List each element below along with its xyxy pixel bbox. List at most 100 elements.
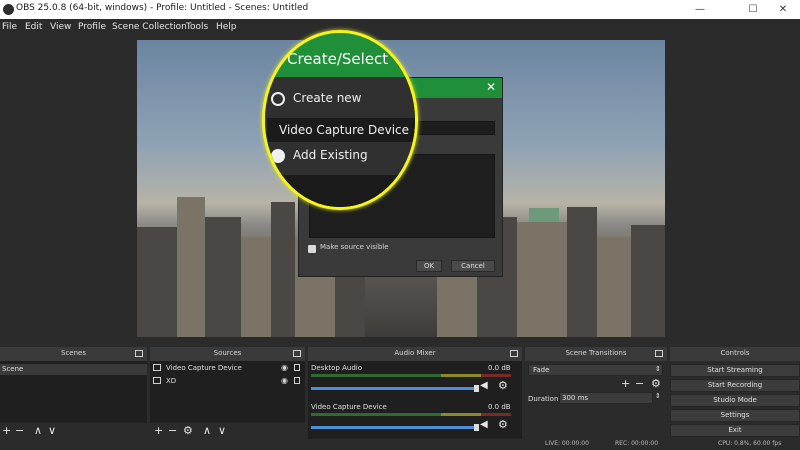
start-streaming-button[interactable]: Start Streaming xyxy=(670,364,800,377)
transition-select-value: Fade xyxy=(533,366,550,374)
start-recording-button[interactable]: Start Recording xyxy=(670,379,800,392)
scene-source-icon xyxy=(153,377,161,384)
menu-tools[interactable]: Tools xyxy=(186,22,208,32)
menu-scene-collection[interactable]: Scene Collection xyxy=(112,22,187,32)
building-shape xyxy=(597,237,631,337)
magnified-name-field[interactable]: Video Capture Device xyxy=(267,118,415,142)
mute-speaker-icon[interactable]: ◀ xyxy=(480,380,488,391)
building-shape xyxy=(137,227,177,337)
menu-file[interactable]: File xyxy=(2,22,17,32)
visibility-eye-icon[interactable]: ◉ xyxy=(281,363,288,372)
create-new-radio[interactable] xyxy=(271,92,285,106)
building-shape xyxy=(177,197,205,337)
transition-settings-gear-icon[interactable]: ⚙ xyxy=(651,377,661,390)
magnifier-callout: Create/Select Create new Video Capture D… xyxy=(262,30,418,210)
source-item[interactable]: Video Capture Device xyxy=(166,364,242,372)
dock-title: Sources xyxy=(213,349,242,357)
magnified-name-value: Video Capture Device xyxy=(279,123,410,137)
add-transition-button[interactable]: + xyxy=(621,377,630,390)
dock-header: Scene Transitions xyxy=(525,347,667,361)
sources-list[interactable]: Video Capture Device ◉ XD ◉ xyxy=(150,361,305,423)
lock-icon[interactable] xyxy=(294,364,300,371)
live-timer: LIVE: 00:00:00 xyxy=(545,440,589,447)
status-bar: LIVE: 00:00:00 REC: 00:00:00 CPU: 0.8%, … xyxy=(0,439,800,450)
duration-label: Duration xyxy=(528,395,559,403)
add-existing-label: Add Existing xyxy=(293,148,368,162)
duration-value: 300 ms xyxy=(562,394,589,402)
remove-source-button[interactable]: − xyxy=(168,424,177,437)
rec-timer: REC: 00:00:00 xyxy=(615,440,659,447)
magnified-dialog-title: Create/Select xyxy=(287,50,389,68)
visibility-eye-icon[interactable]: ◉ xyxy=(281,376,288,385)
exit-button[interactable]: Exit xyxy=(670,424,800,437)
undock-icon[interactable] xyxy=(293,350,301,357)
building-shape xyxy=(631,225,665,337)
dialog-close-button[interactable]: ✕ xyxy=(486,80,496,94)
scenes-toolbar: + − ∧ ∨ xyxy=(0,423,147,439)
chevron-down-icon: ⇕ xyxy=(655,365,661,373)
volume-slider-knob[interactable] xyxy=(474,385,479,392)
mute-speaker-icon[interactable]: ◀ xyxy=(480,419,488,430)
window-title: OBS 25.0.8 (64-bit, windows) - Profile: … xyxy=(16,3,309,13)
dock-title: Audio Mixer xyxy=(394,349,436,357)
green-roof-shape xyxy=(529,208,559,222)
lock-icon[interactable] xyxy=(294,377,300,384)
dock-header: Audio Mixer xyxy=(308,347,522,361)
building-shape xyxy=(271,202,295,337)
volume-slider-fill xyxy=(311,426,478,429)
obs-logo-icon xyxy=(3,4,14,15)
channel-name: Desktop Audio xyxy=(311,364,362,372)
building-shape xyxy=(241,237,271,337)
undock-icon[interactable] xyxy=(135,350,143,357)
mixer-channels: Desktop Audio 0.0 dB ◀ ⚙ Video Capture D… xyxy=(308,361,522,439)
move-source-up-button[interactable]: ∧ xyxy=(203,424,211,437)
channel-name: Video Capture Device xyxy=(311,403,387,411)
make-source-visible-checkbox[interactable] xyxy=(308,245,316,253)
volume-slider-knob[interactable] xyxy=(474,424,479,431)
sources-dock: Sources Video Capture Device ◉ XD ◉ + − … xyxy=(150,347,305,439)
move-scene-up-button[interactable]: ∧ xyxy=(34,424,42,437)
move-scene-down-button[interactable]: ∨ xyxy=(48,424,56,437)
undock-icon[interactable] xyxy=(510,350,518,357)
mixer-settings-gear-icon[interactable]: ⚙ xyxy=(498,379,508,392)
duration-stepper-icon[interactable]: ⇕ xyxy=(655,392,661,400)
mixer-settings-gear-icon[interactable]: ⚙ xyxy=(498,418,508,431)
remove-transition-button[interactable]: − xyxy=(635,377,644,390)
transition-select[interactable]: Fade ⇕ xyxy=(528,364,663,376)
building-shape xyxy=(205,217,241,337)
minimize-button[interactable]: — xyxy=(680,0,720,19)
settings-button[interactable]: Settings xyxy=(670,409,800,422)
source-item[interactable]: XD xyxy=(166,377,176,385)
menu-edit[interactable]: Edit xyxy=(25,22,42,32)
remove-scene-button[interactable]: − xyxy=(15,424,24,437)
add-existing-radio[interactable] xyxy=(271,149,285,163)
video-capture-icon xyxy=(153,364,161,371)
duration-input[interactable]: 300 ms xyxy=(559,392,653,404)
volume-meter xyxy=(311,413,511,416)
scenes-list[interactable]: Scene xyxy=(0,361,147,423)
dock-title: Controls xyxy=(720,349,750,357)
menu-profile[interactable]: Profile xyxy=(78,22,106,32)
obs-window: OBS 25.0.8 (64-bit, windows) - Profile: … xyxy=(0,0,800,450)
close-button[interactable]: ✕ xyxy=(763,0,800,19)
scene-item[interactable]: Scene xyxy=(2,365,23,373)
add-scene-button[interactable]: + xyxy=(2,424,11,437)
menu-help[interactable]: Help xyxy=(216,22,237,32)
building-shape xyxy=(517,222,567,337)
sources-toolbar: + − ⚙ ∧ ∨ xyxy=(150,423,305,439)
studio-mode-button[interactable]: Studio Mode xyxy=(670,394,800,407)
dock-title: Scene Transitions xyxy=(565,349,627,357)
source-properties-gear-icon[interactable]: ⚙ xyxy=(183,424,193,437)
cancel-button[interactable]: Cancel xyxy=(451,260,495,272)
dock-header: Scenes xyxy=(0,347,147,361)
add-source-button[interactable]: + xyxy=(154,424,163,437)
menu-view[interactable]: View xyxy=(50,22,71,32)
move-source-down-button[interactable]: ∨ xyxy=(218,424,226,437)
ok-button[interactable]: OK xyxy=(416,260,442,272)
magnified-existing-list xyxy=(267,175,415,207)
dock-title: Scenes xyxy=(61,349,86,357)
undock-icon[interactable] xyxy=(655,350,663,357)
building-shape xyxy=(567,207,597,337)
create-new-label: Create new xyxy=(293,91,362,105)
audio-mixer-dock: Audio Mixer Desktop Audio 0.0 dB ◀ ⚙ Vid… xyxy=(308,347,522,439)
